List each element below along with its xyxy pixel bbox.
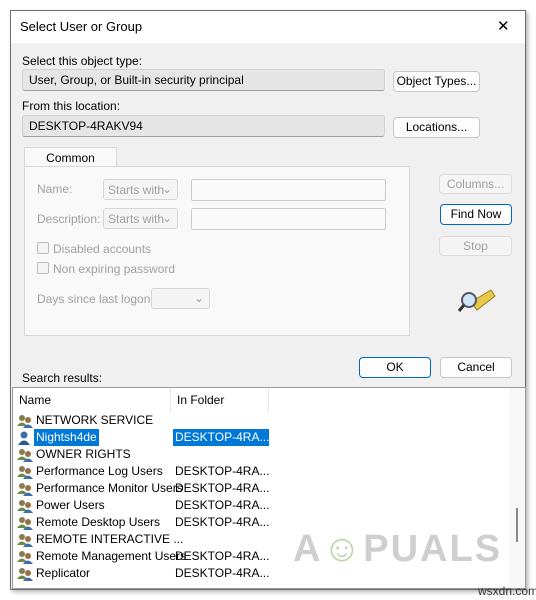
non-expiring-label: Non expiring password bbox=[53, 262, 176, 276]
scrollbar-thumb[interactable] bbox=[516, 508, 518, 542]
object-types-button[interactable]: Object Types... bbox=[393, 71, 480, 92]
column-header-in-folder[interactable]: In Folder bbox=[171, 388, 269, 412]
result-folder: DESKTOP-4RA... bbox=[175, 566, 270, 580]
find-now-button[interactable]: Find Now bbox=[440, 204, 512, 225]
title-bar: Select User or Group ✕ bbox=[11, 11, 525, 43]
result-folder: DESKTOP-4RA... bbox=[175, 498, 270, 512]
ok-button[interactable]: OK bbox=[359, 357, 431, 378]
group-icon bbox=[17, 500, 33, 513]
search-flashlight-icon bbox=[457, 289, 496, 312]
result-name: Performance Log Users bbox=[36, 464, 163, 478]
group-icon bbox=[17, 415, 33, 428]
object-type-field: User, Group, or Built-in security princi… bbox=[22, 69, 385, 91]
columns-button[interactable]: Columns... bbox=[439, 174, 512, 194]
name-label: Name: bbox=[37, 182, 73, 196]
group-icon bbox=[17, 483, 33, 496]
column-header-name[interactable]: Name bbox=[13, 388, 171, 412]
common-queries-panel: Name: Starts with ⌄ Description: Starts w… bbox=[24, 166, 410, 336]
result-name: NETWORK SERVICE bbox=[36, 413, 154, 427]
group-icon bbox=[17, 551, 33, 564]
list-item[interactable]: Remote Desktop Users DESKTOP-4RA... bbox=[17, 514, 271, 531]
group-icon bbox=[17, 449, 33, 462]
object-type-label: Select this object type: bbox=[22, 54, 143, 68]
result-folder: DESKTOP-4RA... bbox=[175, 515, 270, 529]
select-user-dialog: Select User or Group ✕ Select this objec… bbox=[10, 10, 526, 590]
chevron-down-icon: ⌄ bbox=[161, 182, 172, 196]
name-input[interactable] bbox=[191, 179, 386, 201]
result-name: Performance Monitor Users bbox=[36, 481, 183, 495]
close-icon[interactable]: ✕ bbox=[497, 17, 510, 35]
name-mode-value: Starts with bbox=[108, 183, 165, 197]
group-icon bbox=[17, 466, 33, 479]
disabled-accounts-checkbox[interactable] bbox=[37, 242, 49, 254]
result-name: Remote Management Users bbox=[36, 549, 187, 563]
result-folder: DESKTOP-4RA... bbox=[175, 464, 270, 478]
list-item[interactable]: NETWORK SERVICE bbox=[17, 412, 271, 429]
list-item[interactable]: Remote Management Users DESKTOP-4RA... bbox=[17, 548, 271, 565]
window-title: Select User or Group bbox=[20, 19, 143, 34]
group-icon bbox=[17, 534, 33, 547]
list-item[interactable]: Nightsh4de DESKTOP-4RA... bbox=[17, 428, 271, 447]
list-item[interactable]: Performance Log Users DESKTOP-4RA... bbox=[17, 463, 271, 480]
vertical-scrollbar[interactable] bbox=[509, 388, 525, 588]
days-since-logon-label: Days since last logon: bbox=[37, 292, 154, 306]
chevron-down-icon: ⌄ bbox=[161, 211, 172, 225]
result-name: Power Users bbox=[36, 498, 105, 512]
location-label: From this location: bbox=[22, 99, 121, 113]
list-item[interactable]: REMOTE INTERACTIVE ... bbox=[17, 531, 271, 548]
result-name: Replicator bbox=[36, 566, 91, 580]
result-folder: DESKTOP-4RA... bbox=[175, 481, 270, 495]
group-icon bbox=[17, 568, 33, 581]
stop-button[interactable]: Stop bbox=[439, 236, 512, 256]
disabled-accounts-label: Disabled accounts bbox=[53, 242, 152, 256]
search-results-label: Search results: bbox=[22, 371, 103, 385]
result-name: OWNER RIGHTS bbox=[36, 447, 131, 461]
result-name: Remote Desktop Users bbox=[36, 515, 161, 529]
list-item[interactable]: OWNER RIGHTS bbox=[17, 446, 271, 463]
group-icon bbox=[17, 517, 33, 530]
locations-button[interactable]: Locations... bbox=[393, 117, 480, 138]
name-mode-combo[interactable]: Starts with ⌄ bbox=[103, 179, 178, 200]
tab-common-queries[interactable]: Common Queries bbox=[24, 147, 117, 185]
location-field: DESKTOP-4RAKV94 bbox=[22, 115, 385, 137]
description-mode-combo[interactable]: Starts with ⌄ bbox=[103, 208, 178, 229]
watermark-logo: A☺PUALS bbox=[293, 528, 503, 570]
description-input[interactable] bbox=[191, 208, 386, 230]
description-label: Description: bbox=[37, 212, 101, 226]
watermark-site: wsxdn.com bbox=[478, 584, 536, 598]
result-folder: DESKTOP-4RA... bbox=[173, 429, 270, 446]
description-mode-value: Starts with bbox=[108, 212, 165, 226]
list-item[interactable]: Power Users DESKTOP-4RA... bbox=[17, 497, 271, 514]
search-results-list[interactable]: Name In Folder NETWORK SERVICE Nightsh4de… bbox=[12, 387, 526, 589]
list-item[interactable]: Performance Monitor Users DESKTOP-4RA... bbox=[17, 480, 271, 497]
non-expiring-checkbox[interactable] bbox=[37, 262, 49, 274]
cancel-button[interactable]: Cancel bbox=[440, 357, 512, 378]
user-icon bbox=[18, 431, 30, 445]
result-name: Nightsh4de bbox=[33, 428, 100, 447]
chevron-down-icon: ⌄ bbox=[193, 291, 204, 305]
result-folder: DESKTOP-4RA... bbox=[175, 549, 270, 563]
result-name: REMOTE INTERACTIVE ... bbox=[36, 532, 184, 546]
list-item[interactable]: Replicator DESKTOP-4RA... bbox=[17, 565, 271, 582]
days-since-logon-combo[interactable]: ⌄ bbox=[151, 288, 210, 309]
